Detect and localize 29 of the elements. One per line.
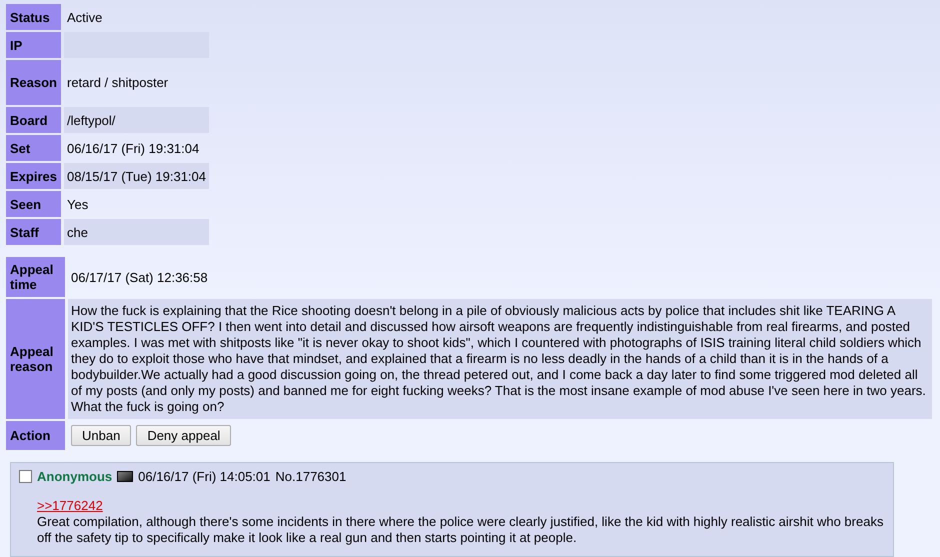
field-label: Appeal reason [6,299,68,419]
field-value: /leftypol/ [64,107,209,133]
field-label: Board [6,107,64,133]
field-label: IP [6,32,64,58]
post-checkbox[interactable] [19,470,32,483]
poster-name: Anonymous [37,469,112,484]
unban-button[interactable]: Unban [71,425,132,446]
field-value: 08/15/17 (Tue) 19:31:04 [64,163,209,189]
field-value: Active [66,8,104,26]
field-label: Status [6,4,64,30]
field-label: Reason [6,60,64,105]
post-date: 06/16/17 (Fri) 14:05:01 [138,469,270,484]
field-value: 06/17/17 (Sat) 12:36:58 [70,268,209,287]
field-value: Yes [66,196,90,214]
deny-button[interactable]: Deny appeal [136,425,232,446]
post-number[interactable]: No.1776301 [275,469,346,484]
flag-icon [117,471,134,482]
field-value: retard / shitposter [66,74,170,92]
field-label: Set [6,135,64,161]
field-label: Staff [6,219,64,245]
post-text: Great compilation, although there's some incidents in there where the police were clearly justified, like the kid with highly realistic airshit who breaks off the safety tip to specifically make it look like a real gun and then starts pointing it at people. [37,514,884,546]
field-value: 06/16/17 (Fri) 19:31:04 [66,140,200,158]
reply-link[interactable]: >>1776242 [37,498,103,513]
field-label: Action [6,421,68,450]
field-label: Appeal time [6,257,68,297]
field-value: che [64,219,209,245]
field-label: Expires [6,163,64,189]
appeal-text: How the fuck is explaining that the Rice shooting doesn't belong in a pile of obviously malicious acts by police that includes shit like TEARING A KID'S TESTICLES OFF? I then went into detail and discussed how airsoft weapons are frequently indistinguishable from real firearms, and posted examples. I was met with shitposts like "it is never okay to shoot kids", which I countered with photographs of ISIS training literal child soldiers which they do to exploit those who have that mindset, and explained that a firearm is no less deadly in the hands of a child than it is in the hands of a bodybuilder.We actually had a good discussion going on, the thread petered out, and I come back a day later to find some triggered mod deleted all of my posts (and only my posts) and banned me for eight fucking weeks? That is the most insane example of mod abuse I've seen here in two years. What the fuck is going on? [68,299,932,419]
field-label: Seen [6,191,64,217]
